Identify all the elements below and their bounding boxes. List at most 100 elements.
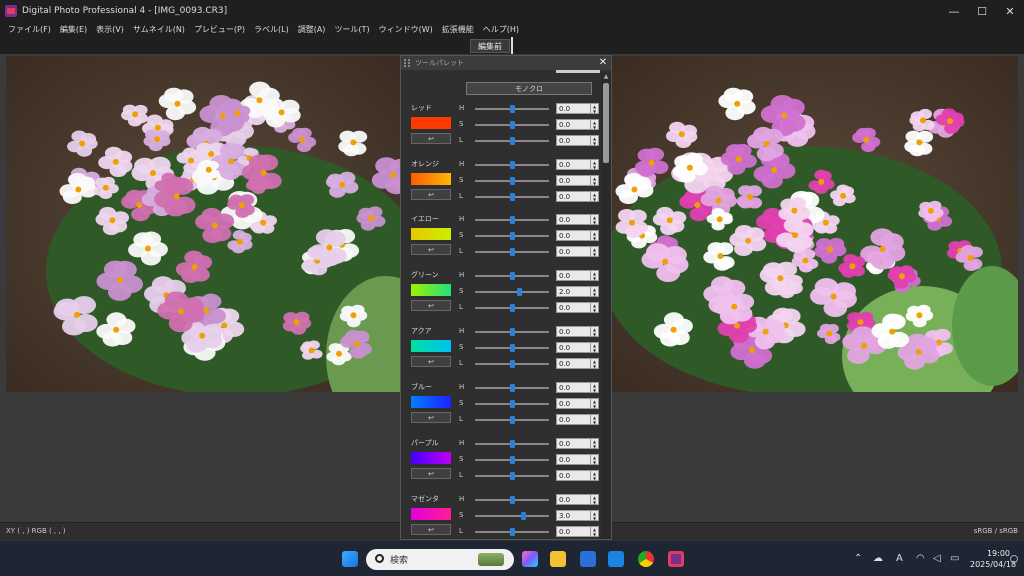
spinner-button[interactable]: ▲ ▼ [590,175,599,186]
value-input[interactable]: 3.0 [556,510,591,521]
close-button[interactable]: ✕ [996,0,1024,22]
slider-thumb[interactable] [510,528,515,536]
spinner-button[interactable]: ▲ ▼ [590,246,599,257]
slider-thumb[interactable] [510,193,515,201]
file-explorer-icon[interactable] [550,551,566,567]
slider-thumb[interactable] [510,384,515,392]
slider-thumb[interactable] [510,496,515,504]
monochrome-button[interactable]: モノクロ [466,82,592,95]
value-input[interactable]: 0.0 [556,526,591,537]
slider-thumb[interactable] [510,304,515,312]
value-input[interactable]: 0.0 [556,414,591,425]
value-input[interactable]: 0.0 [556,119,591,130]
reset-button[interactable]: ↩ [411,300,451,311]
reset-button[interactable]: ↩ [411,356,451,367]
palette-header[interactable]: ツールパレット ✕ [401,56,611,70]
slider-thumb[interactable] [510,216,515,224]
value-input[interactable]: 0.0 [556,494,591,505]
spinner-button[interactable]: ▲ ▼ [590,526,599,537]
notification-icon[interactable] [1010,555,1018,563]
spinner-button[interactable]: ▲ ▼ [590,270,599,281]
value-input[interactable]: 0.0 [556,454,591,465]
slider-thumb[interactable] [510,344,515,352]
slider-thumb[interactable] [510,272,515,280]
spinner-button[interactable]: ▲ ▼ [590,470,599,481]
menu-thumbnail[interactable]: サムネイル(N) [133,24,185,35]
cloud-icon[interactable]: ☁ [873,553,883,564]
value-input[interactable]: 0.0 [556,358,591,369]
spinner-button[interactable]: ▲ ▼ [590,191,599,202]
spinner-button[interactable]: ▲ ▼ [590,230,599,241]
slider-thumb[interactable] [510,440,515,448]
menu-file[interactable]: ファイル(F) [8,24,51,35]
menu-extensions[interactable]: 拡張機能 [442,24,474,35]
menu-edit[interactable]: 編集(E) [60,24,87,35]
menu-label[interactable]: ラベル(L) [254,24,289,35]
spinner-button[interactable]: ▲ ▼ [590,302,599,313]
spinner-button[interactable]: ▲ ▼ [590,358,599,369]
slider-thumb[interactable] [510,328,515,336]
value-input[interactable]: 0.0 [556,398,591,409]
value-input[interactable]: 0.0 [556,214,591,225]
slider-thumb[interactable] [510,121,515,129]
slider-thumb[interactable] [510,472,515,480]
spinner-button[interactable]: ▲ ▼ [590,214,599,225]
spinner-button[interactable]: ▲ ▼ [590,342,599,353]
menu-tools[interactable]: ツール(T) [334,24,369,35]
wifi-icon[interactable]: ◠ [916,553,925,564]
scroll-up-icon[interactable]: ▲ [602,73,610,81]
value-input[interactable]: 0.0 [556,438,591,449]
slider-thumb[interactable] [510,400,515,408]
copilot-icon[interactable] [522,551,538,567]
scroll-thumb[interactable] [603,83,609,163]
dpp-taskbar-icon[interactable] [668,551,684,567]
value-input[interactable]: 0.0 [556,103,591,114]
slider-thumb[interactable] [510,105,515,113]
spinner-button[interactable]: ▲ ▼ [590,454,599,465]
value-input[interactable]: 0.0 [556,470,591,481]
value-input[interactable]: 0.0 [556,342,591,353]
value-input[interactable]: 0.0 [556,246,591,257]
value-input[interactable]: 0.0 [556,159,591,170]
spinner-button[interactable]: ▲ ▼ [590,382,599,393]
spinner-button[interactable]: ▲ ▼ [590,159,599,170]
spinner-button[interactable]: ▲ ▼ [590,414,599,425]
value-input[interactable]: 0.0 [556,175,591,186]
menu-help[interactable]: ヘルプ(H) [483,24,519,35]
reset-button[interactable]: ↩ [411,244,451,255]
menu-adjust[interactable]: 調整(A) [298,24,326,35]
spinner-button[interactable]: ▲ ▼ [590,494,599,505]
slider-track[interactable] [475,515,549,517]
speaker-icon[interactable]: ◁ [933,553,941,564]
value-input[interactable]: 0.0 [556,326,591,337]
slider-thumb[interactable] [510,177,515,185]
palette-scrollbar[interactable]: ▲ [601,73,611,539]
spinner-button[interactable]: ▲ ▼ [590,398,599,409]
mail-icon[interactable] [608,551,624,567]
spinner-button[interactable]: ▲ ▼ [590,286,599,297]
battery-icon[interactable]: ▭ [950,553,959,564]
menu-preview[interactable]: プレビュー(P) [194,24,245,35]
value-input[interactable]: 0.0 [556,270,591,281]
spinner-button[interactable]: ▲ ▼ [590,510,599,521]
slider-thumb[interactable] [517,288,522,296]
spinner-button[interactable]: ▲ ▼ [590,438,599,449]
palette-close-button[interactable]: ✕ [597,56,609,70]
palette-resize-handle[interactable] [556,70,600,73]
slider-track[interactable] [475,291,549,293]
slider-thumb[interactable] [510,456,515,464]
value-input[interactable]: 0.0 [556,382,591,393]
chrome-icon[interactable] [638,551,654,567]
reset-button[interactable]: ↩ [411,468,451,479]
minimize-button[interactable]: — [940,0,968,22]
value-input[interactable]: 0.0 [556,302,591,313]
menu-window[interactable]: ウィンドウ(W) [379,24,433,35]
value-input[interactable]: 0.0 [556,191,591,202]
value-input[interactable]: 0.0 [556,230,591,241]
spinner-button[interactable]: ▲ ▼ [590,135,599,146]
reset-button[interactable]: ↩ [411,524,451,535]
slider-thumb[interactable] [510,416,515,424]
slider-thumb[interactable] [521,512,526,520]
slider-thumb[interactable] [510,360,515,368]
spinner-button[interactable]: ▲ ▼ [590,119,599,130]
